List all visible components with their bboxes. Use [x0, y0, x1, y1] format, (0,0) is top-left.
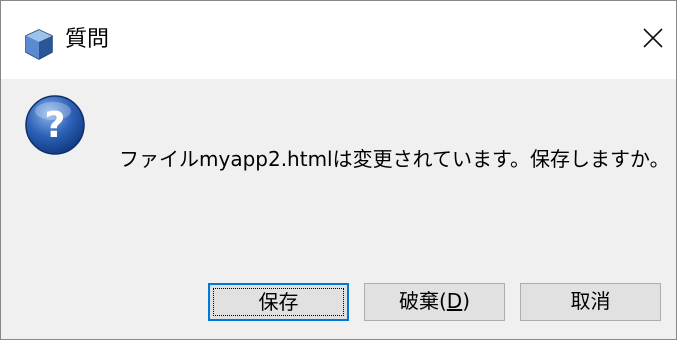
- cancel-button[interactable]: 取消: [520, 283, 661, 321]
- cube-icon: [19, 24, 59, 64]
- close-icon: [642, 27, 664, 53]
- save-button[interactable]: 保存: [208, 283, 349, 321]
- title-bar: 質問: [1, 1, 676, 79]
- svg-text:?: ?: [45, 105, 66, 146]
- discard-button-mnemonic: D: [446, 289, 463, 313]
- discard-button-label-suffix: ): [462, 289, 471, 313]
- discard-button-label-prefix: 破棄(: [398, 289, 447, 313]
- cancel-button-label: 取消: [570, 289, 611, 313]
- save-button-label: 保存: [258, 290, 299, 314]
- dialog-message: ファイルmyapp2.htmlは変更されています。保存しますか。: [119, 147, 670, 171]
- question-dialog: 質問 ? ファイルmyapp2.htmlは変更されています。保存しますか。 保存…: [0, 0, 677, 340]
- window-title: 質問: [65, 27, 110, 52]
- discard-button[interactable]: 破棄(D): [364, 283, 505, 321]
- question-icon: ?: [23, 93, 87, 157]
- close-button[interactable]: [633, 21, 673, 59]
